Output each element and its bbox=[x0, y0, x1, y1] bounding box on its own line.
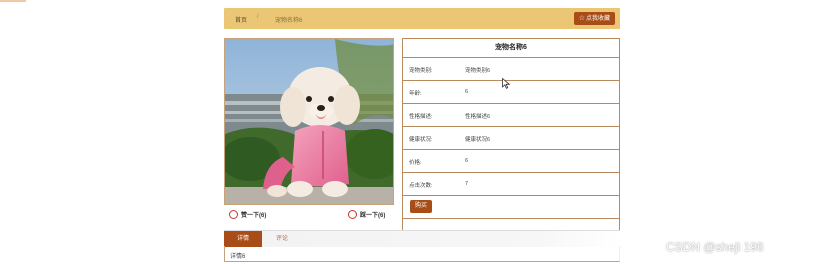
tab-content: 详情6 bbox=[224, 246, 620, 262]
breadcrumb: 首页 / 宠物名称6 ☆点我收藏 bbox=[224, 8, 620, 29]
info-row-age: 年龄: 6 bbox=[403, 81, 619, 104]
info-value: 宠物类别6 bbox=[465, 68, 491, 74]
breadcrumb-separator: / bbox=[257, 14, 259, 20]
info-key: 健康状况: bbox=[409, 137, 433, 143]
info-value: 性格描述6 bbox=[465, 114, 491, 120]
info-key: 价格: bbox=[409, 160, 422, 166]
info-value: 7 bbox=[465, 181, 469, 187]
tab-comment[interactable]: 评论 bbox=[276, 231, 288, 247]
like-label: 赞一下(6) bbox=[241, 213, 267, 219]
info-row-clicks: 点击次数: 7 bbox=[403, 173, 619, 196]
pet-info-table: 宠物名称6 宠物类别: 宠物类别6 年龄: 6 性格描述: 性格描述6 健康状况… bbox=[402, 38, 620, 232]
dislike-label: 踩一下(6) bbox=[360, 213, 386, 219]
mouse-cursor-icon bbox=[502, 78, 510, 89]
info-value: 健康状况6 bbox=[465, 137, 491, 143]
info-row-price: 价格: 6 bbox=[403, 150, 619, 173]
info-row-health: 健康状况: 健康状况6 bbox=[403, 127, 619, 150]
info-key: 性格描述: bbox=[409, 114, 433, 120]
tab-detail[interactable]: 详情 bbox=[224, 231, 262, 247]
pet-name-title: 宠物名称6 bbox=[403, 39, 619, 58]
favorite-button-label: 点我收藏 bbox=[585, 16, 610, 22]
favorite-button[interactable]: ☆点我收藏 bbox=[573, 12, 615, 25]
info-key: 宠物类别: bbox=[409, 68, 433, 74]
info-row-category: 宠物类别: 宠物类别6 bbox=[403, 58, 619, 81]
smile-icon bbox=[229, 209, 238, 219]
breadcrumb-home[interactable]: 首页 bbox=[235, 15, 247, 24]
info-row-temperament: 性格描述: 性格描述6 bbox=[403, 104, 619, 127]
breadcrumb-current: 宠物名称6 bbox=[275, 18, 303, 24]
star-icon: ☆ bbox=[578, 15, 585, 22]
tab-bar: 详情 评论 bbox=[224, 230, 620, 247]
watermark-text: CSDN @sheji 198 bbox=[666, 240, 764, 254]
info-value: 6 bbox=[465, 89, 469, 95]
info-key: 点击次数: bbox=[409, 183, 433, 189]
dislike-button[interactable]: 踩一下(6) bbox=[348, 209, 386, 220]
top-accent-line bbox=[0, 0, 26, 2]
like-button[interactable]: 赞一下(6) bbox=[229, 209, 267, 220]
info-value: 6 bbox=[465, 158, 469, 164]
tab-content-text: 详情6 bbox=[230, 254, 246, 260]
frown-icon bbox=[348, 209, 357, 219]
buy-button[interactable]: 购买 bbox=[410, 200, 433, 213]
info-key: 年龄: bbox=[409, 91, 422, 97]
buy-row: 购买 bbox=[403, 196, 619, 219]
pet-photo bbox=[224, 38, 394, 205]
